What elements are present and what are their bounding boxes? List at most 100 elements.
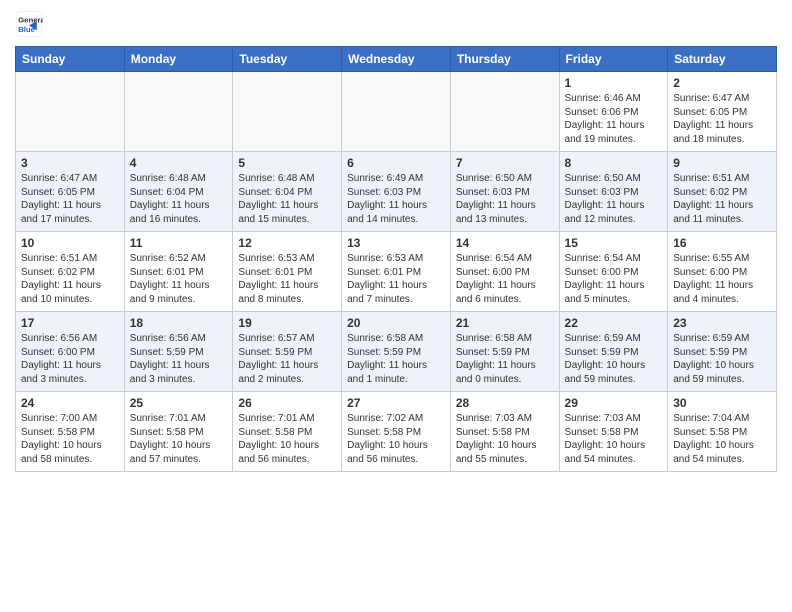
- calendar-cell: 11 Sunrise: 6:52 AMSunset: 6:01 PMDayligh…: [124, 232, 233, 312]
- day-info: Sunrise: 7:00 AMSunset: 5:58 PMDaylight:…: [21, 412, 119, 466]
- weekday-header: Wednesday: [342, 47, 451, 72]
- calendar-cell: 12Sunrise: 6:53 AMSunset: 6:01 PMDayligh…: [233, 232, 342, 312]
- day-number: 5: [238, 156, 336, 170]
- calendar-cell: 4 Sunrise: 6:48 AMSunset: 6:04 PMDaylight…: [124, 152, 233, 232]
- calendar-cell: 16 Sunrise: 6:55 AMSunset: 6:00 PMDayligh…: [668, 232, 777, 312]
- day-info: Sunrise: 7:03 AMSunset: 5:58 PMDaylight:…: [565, 412, 663, 466]
- day-number: 16: [673, 236, 771, 250]
- day-info: Sunrise: 6:58 AMSunset: 5:59 PMDaylight:…: [347, 332, 445, 386]
- calendar-header-row: SundayMondayTuesdayWednesdayThursdayFrid…: [16, 47, 777, 72]
- day-number: 17: [21, 316, 119, 330]
- calendar-cell: 23Sunrise: 6:59 AMSunset: 5:59 PMDayligh…: [668, 312, 777, 392]
- calendar-cell: 20 Sunrise: 6:58 AMSunset: 5:59 PMDayligh…: [342, 312, 451, 392]
- calendar-cell: 30Sunrise: 7:04 AMSunset: 5:58 PMDayligh…: [668, 392, 777, 472]
- day-info: Sunrise: 6:56 AMSunset: 5:59 PMDaylight:…: [130, 332, 228, 386]
- weekday-header: Tuesday: [233, 47, 342, 72]
- day-info: Sunrise: 6:59 AMSunset: 5:59 PMDaylight:…: [565, 332, 663, 386]
- calendar-cell: 24 Sunrise: 7:00 AMSunset: 5:58 PMDayligh…: [16, 392, 125, 472]
- day-number: 21: [456, 316, 554, 330]
- day-info: Sunrise: 6:46 AMSunset: 6:06 PMDaylight:…: [565, 92, 663, 146]
- calendar-cell: 5 Sunrise: 6:48 AMSunset: 6:04 PMDaylight…: [233, 152, 342, 232]
- day-info: Sunrise: 6:59 AMSunset: 5:59 PMDaylight:…: [673, 332, 771, 386]
- calendar-cell: 17 Sunrise: 6:56 AMSunset: 6:00 PMDayligh…: [16, 312, 125, 392]
- day-number: 11: [130, 236, 228, 250]
- day-number: 13: [347, 236, 445, 250]
- day-info: Sunrise: 6:51 AMSunset: 6:02 PMDaylight:…: [673, 172, 771, 226]
- day-number: 6: [347, 156, 445, 170]
- calendar-cell: 25 Sunrise: 7:01 AMSunset: 5:58 PMDayligh…: [124, 392, 233, 472]
- svg-text:Blue: Blue: [18, 25, 36, 34]
- day-number: 28: [456, 396, 554, 410]
- calendar-cell: [450, 72, 559, 152]
- calendar-cell: 7 Sunrise: 6:50 AMSunset: 6:03 PMDaylight…: [450, 152, 559, 232]
- weekday-header: Friday: [559, 47, 668, 72]
- day-number: 14: [456, 236, 554, 250]
- day-info: Sunrise: 7:02 AMSunset: 5:58 PMDaylight:…: [347, 412, 445, 466]
- day-info: Sunrise: 6:50 AMSunset: 6:03 PMDaylight:…: [456, 172, 554, 226]
- day-number: 22: [565, 316, 663, 330]
- logo-icon: General Blue: [15, 10, 43, 38]
- weekday-header: Saturday: [668, 47, 777, 72]
- day-info: Sunrise: 6:47 AMSunset: 6:05 PMDaylight:…: [21, 172, 119, 226]
- day-number: 29: [565, 396, 663, 410]
- calendar-cell: 18 Sunrise: 6:56 AMSunset: 5:59 PMDayligh…: [124, 312, 233, 392]
- day-number: 8: [565, 156, 663, 170]
- calendar-cell: 26 Sunrise: 7:01 AMSunset: 5:58 PMDayligh…: [233, 392, 342, 472]
- day-number: 18: [130, 316, 228, 330]
- calendar-cell: 9 Sunrise: 6:51 AMSunset: 6:02 PMDaylight…: [668, 152, 777, 232]
- day-info: Sunrise: 6:48 AMSunset: 6:04 PMDaylight:…: [130, 172, 228, 226]
- day-number: 26: [238, 396, 336, 410]
- calendar-cell: [342, 72, 451, 152]
- header: General Blue: [15, 10, 777, 38]
- day-number: 9: [673, 156, 771, 170]
- day-info: Sunrise: 7:01 AMSunset: 5:58 PMDaylight:…: [130, 412, 228, 466]
- day-info: Sunrise: 6:50 AMSunset: 6:03 PMDaylight:…: [565, 172, 663, 226]
- calendar-cell: 1 Sunrise: 6:46 AMSunset: 6:06 PMDaylight…: [559, 72, 668, 152]
- day-info: Sunrise: 6:56 AMSunset: 6:00 PMDaylight:…: [21, 332, 119, 386]
- logo: General Blue: [15, 10, 51, 38]
- day-number: 2: [673, 76, 771, 90]
- day-number: 7: [456, 156, 554, 170]
- day-info: Sunrise: 7:01 AMSunset: 5:58 PMDaylight:…: [238, 412, 336, 466]
- calendar-cell: 14 Sunrise: 6:54 AMSunset: 6:00 PMDayligh…: [450, 232, 559, 312]
- svg-text:General: General: [18, 15, 43, 24]
- calendar-cell: 27Sunrise: 7:02 AMSunset: 5:58 PMDayligh…: [342, 392, 451, 472]
- day-info: Sunrise: 6:48 AMSunset: 6:04 PMDaylight:…: [238, 172, 336, 226]
- day-info: Sunrise: 7:04 AMSunset: 5:58 PMDaylight:…: [673, 412, 771, 466]
- day-info: Sunrise: 6:53 AMSunset: 6:01 PMDaylight:…: [347, 252, 445, 306]
- calendar-cell: 3 Sunrise: 6:47 AMSunset: 6:05 PMDaylight…: [16, 152, 125, 232]
- calendar-cell: [124, 72, 233, 152]
- calendar-cell: 6 Sunrise: 6:49 AMSunset: 6:03 PMDaylight…: [342, 152, 451, 232]
- day-info: Sunrise: 6:49 AMSunset: 6:03 PMDaylight:…: [347, 172, 445, 226]
- day-number: 4: [130, 156, 228, 170]
- day-info: Sunrise: 6:51 AMSunset: 6:02 PMDaylight:…: [21, 252, 119, 306]
- calendar-cell: 19Sunrise: 6:57 AMSunset: 5:59 PMDayligh…: [233, 312, 342, 392]
- day-number: 3: [21, 156, 119, 170]
- day-number: 25: [130, 396, 228, 410]
- weekday-header: Sunday: [16, 47, 125, 72]
- day-number: 20: [347, 316, 445, 330]
- calendar-table: SundayMondayTuesdayWednesdayThursdayFrid…: [15, 46, 777, 472]
- calendar-week-row: 24 Sunrise: 7:00 AMSunset: 5:58 PMDayligh…: [16, 392, 777, 472]
- day-info: Sunrise: 6:53 AMSunset: 6:01 PMDaylight:…: [238, 252, 336, 306]
- day-number: 24: [21, 396, 119, 410]
- calendar-cell: [233, 72, 342, 152]
- calendar-cell: 2 Sunrise: 6:47 AMSunset: 6:05 PMDaylight…: [668, 72, 777, 152]
- day-info: Sunrise: 6:52 AMSunset: 6:01 PMDaylight:…: [130, 252, 228, 306]
- weekday-header: Monday: [124, 47, 233, 72]
- day-info: Sunrise: 6:55 AMSunset: 6:00 PMDaylight:…: [673, 252, 771, 306]
- day-info: Sunrise: 6:54 AMSunset: 6:00 PMDaylight:…: [565, 252, 663, 306]
- page: General Blue SundayMondayTuesdayWednesda…: [0, 0, 792, 487]
- day-info: Sunrise: 6:54 AMSunset: 6:00 PMDaylight:…: [456, 252, 554, 306]
- day-info: Sunrise: 7:03 AMSunset: 5:58 PMDaylight:…: [456, 412, 554, 466]
- day-info: Sunrise: 6:58 AMSunset: 5:59 PMDaylight:…: [456, 332, 554, 386]
- day-number: 15: [565, 236, 663, 250]
- calendar-cell: [16, 72, 125, 152]
- day-number: 19: [238, 316, 336, 330]
- day-info: Sunrise: 6:47 AMSunset: 6:05 PMDaylight:…: [673, 92, 771, 146]
- day-number: 1: [565, 76, 663, 90]
- calendar-cell: 8 Sunrise: 6:50 AMSunset: 6:03 PMDaylight…: [559, 152, 668, 232]
- calendar-cell: 15 Sunrise: 6:54 AMSunset: 6:00 PMDayligh…: [559, 232, 668, 312]
- calendar-cell: 21 Sunrise: 6:58 AMSunset: 5:59 PMDayligh…: [450, 312, 559, 392]
- calendar-week-row: 3 Sunrise: 6:47 AMSunset: 6:05 PMDaylight…: [16, 152, 777, 232]
